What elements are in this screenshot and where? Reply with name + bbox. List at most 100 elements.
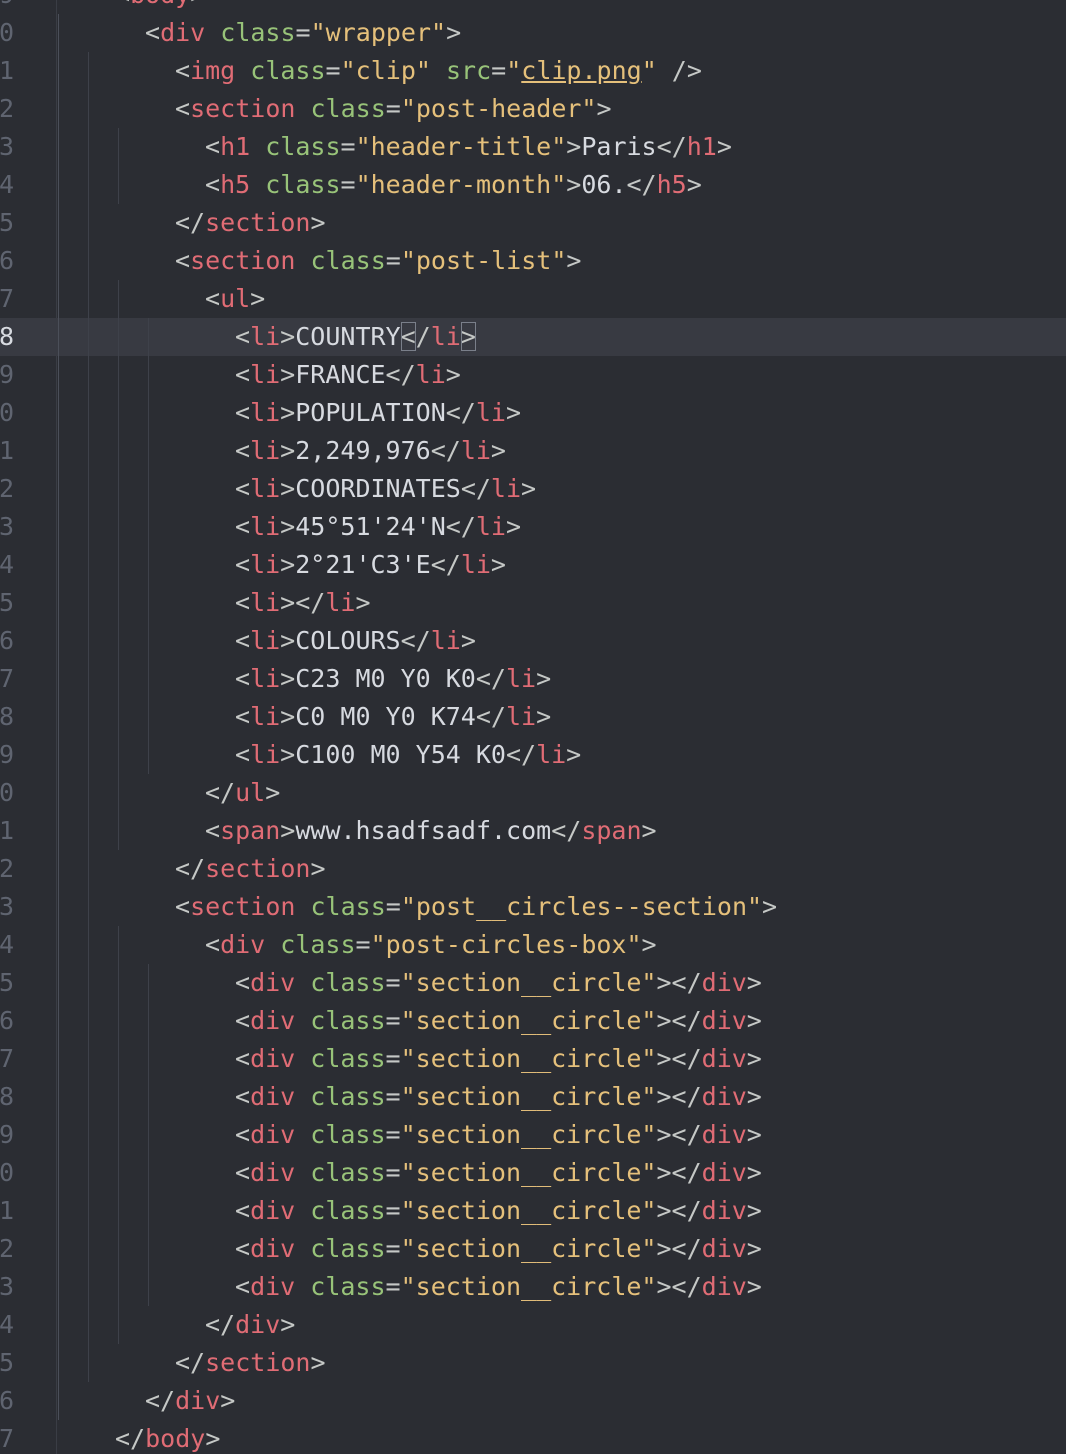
text-content: 06.	[581, 170, 627, 199]
punctuation: />	[656, 56, 702, 85]
code-line[interactable]: 1 <img class="clip" src="clip.png" />	[0, 52, 1066, 90]
code-line[interactable]: 1 <div class="section__circle"></div>	[0, 1192, 1066, 1230]
code-line[interactable]: 2 </section>	[0, 850, 1066, 888]
punctuation: <	[235, 664, 251, 693]
tag-name: div	[250, 1120, 296, 1149]
code-line[interactable]: 7 <ul>	[0, 280, 1066, 318]
punctuation: </	[115, 1424, 146, 1453]
code-line[interactable]: 7 </body>	[0, 1420, 1066, 1454]
indent-guide	[58, 774, 59, 812]
line-number: 3	[0, 512, 14, 541]
indent-guide	[118, 1040, 119, 1078]
code-line[interactable]: 0 <div class="wrapper">	[0, 14, 1066, 52]
code-line[interactable]: 9 <div class="section__circle"></div>	[0, 1116, 1066, 1154]
punctuation	[295, 246, 310, 275]
code-line[interactable]: 6 <div class="section__circle"></div>	[0, 1002, 1066, 1040]
code-line[interactable]: 3 <li>45°51'24'N</li>	[0, 508, 1066, 546]
line-number: 2	[0, 94, 14, 123]
punctuation: <	[235, 1120, 251, 1149]
tag-name: li	[430, 626, 461, 655]
tag-name: h1	[220, 132, 251, 161]
code-text: <ul>	[205, 280, 265, 318]
attribute-name: class	[265, 170, 341, 199]
code-line[interactable]: 0 <div class="section__circle"></div>	[0, 1154, 1066, 1192]
indent-guide	[148, 964, 149, 1002]
code-line[interactable]: 4 <li>2°21'C3'E</li>	[0, 546, 1066, 584]
punctuation	[265, 930, 280, 959]
code-line[interactable]: 3 <section class="post__circles--section"…	[0, 888, 1066, 926]
code-line[interactable]: 9 <body>	[0, 0, 1066, 14]
code-line[interactable]: 2 <li>COORDINATES</li>	[0, 470, 1066, 508]
code-line[interactable]: 2 <section class="post-header">	[0, 90, 1066, 128]
code-line[interactable]: 9 <li>FRANCE</li>	[0, 356, 1066, 394]
code-line[interactable]: 6 <section class="post-list">	[0, 242, 1066, 280]
line-number: 8	[0, 322, 14, 351]
indent-guide	[58, 698, 59, 736]
punctuation: =	[340, 132, 356, 161]
punctuation: >	[505, 398, 522, 427]
code-editor[interactable]: 9<body>0<div class="wrapper">1<img class…	[0, 0, 1066, 1454]
code-line[interactable]: 7 <div class="section__circle"></div>	[0, 1040, 1066, 1078]
indent-guide	[58, 356, 59, 394]
punctuation: <	[235, 512, 251, 541]
code-line[interactable]: 6 <li>COLOURS</li>	[0, 622, 1066, 660]
tag-name: div	[250, 1234, 296, 1263]
line-number: 6	[0, 1006, 14, 1035]
tag-name: img	[190, 56, 236, 85]
code-line[interactable]: 5 </section>	[0, 204, 1066, 242]
code-line[interactable]: 7 <li>C23 M0 Y0 K0</li>	[0, 660, 1066, 698]
code-text: </body>	[115, 1420, 220, 1454]
code-line[interactable]: 3 <div class="section__circle"></div>	[0, 1268, 1066, 1306]
indent-guide	[148, 1040, 149, 1078]
code-line[interactable]: 6 </div>	[0, 1382, 1066, 1420]
attribute-name: class	[250, 56, 326, 85]
code-line[interactable]: 3 <h1 class="header-title">Paris</h1>	[0, 128, 1066, 166]
tag-name: div	[701, 1272, 747, 1301]
indent-guide	[118, 128, 119, 166]
punctuation: =	[385, 1006, 401, 1035]
attribute-name: class	[310, 1196, 386, 1225]
indent-guide	[88, 128, 89, 166]
code-line[interactable]: 5 <li></li>	[0, 584, 1066, 622]
indent-guide	[118, 280, 119, 318]
tag-name: h5	[656, 170, 687, 199]
indent-guide	[88, 242, 89, 280]
line-number: 7	[0, 664, 14, 693]
code-line[interactable]: 1 <li>2,249,976</li>	[0, 432, 1066, 470]
code-text: </div>	[205, 1306, 295, 1344]
punctuation: =	[385, 1272, 401, 1301]
tag-name: li	[536, 740, 567, 769]
code-line[interactable]: 5 </section>	[0, 1344, 1066, 1382]
indent-guide	[58, 1116, 59, 1154]
indent-guide	[58, 242, 59, 280]
indent-guide	[58, 926, 59, 964]
code-line[interactable]: 4 <h5 class="header-month">06.</h5>	[0, 166, 1066, 204]
tag-name: li	[250, 740, 281, 769]
code-line[interactable]: 9 <li>C100 M0 Y54 K0</li>	[0, 736, 1066, 774]
code-line[interactable]: 0 </ul>	[0, 774, 1066, 812]
code-line[interactable]: 4 <div class="post-circles-box">	[0, 926, 1066, 964]
code-line[interactable]: 4 </div>	[0, 1306, 1066, 1344]
code-line[interactable]: 8 <li>COUNTRY</li>	[0, 318, 1066, 356]
punctuation	[295, 1234, 310, 1263]
punctuation	[295, 1006, 310, 1035]
tag-name: div	[250, 1272, 296, 1301]
tag-name: span	[220, 816, 281, 845]
code-line[interactable]: 8 <div class="section__circle"></div>	[0, 1078, 1066, 1116]
code-line[interactable]: 0 <li>POPULATION</li>	[0, 394, 1066, 432]
punctuation	[431, 56, 446, 85]
tag-name: div	[701, 1006, 747, 1035]
indent-guide	[148, 356, 149, 394]
code-line[interactable]: 5 <div class="section__circle"></div>	[0, 964, 1066, 1002]
punctuation	[295, 1044, 310, 1073]
indent-guide	[148, 660, 149, 698]
code-line[interactable]: 1 <span>www.hsadfsadf.com</span>	[0, 812, 1066, 850]
line-number: 5	[0, 1348, 14, 1377]
code-line[interactable]: 8 <li>C0 M0 Y0 K74</li>	[0, 698, 1066, 736]
indent-guide	[58, 128, 59, 166]
tag-name: section	[190, 246, 296, 275]
punctuation: >	[310, 854, 326, 883]
tag-name: li	[505, 702, 537, 731]
indent-guide	[88, 1306, 89, 1344]
code-line[interactable]: 2 <div class="section__circle"></div>	[0, 1230, 1066, 1268]
